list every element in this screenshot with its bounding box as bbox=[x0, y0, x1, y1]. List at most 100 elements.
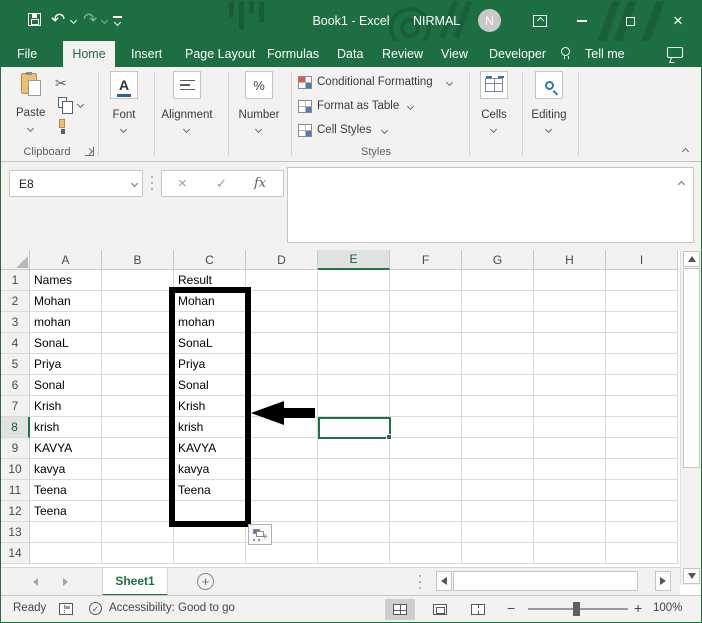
vertical-scroll-thumb[interactable] bbox=[683, 268, 700, 468]
row-header-13[interactable]: 13 bbox=[1, 522, 30, 543]
cell-A13[interactable] bbox=[30, 522, 102, 543]
namebox-resize-handle[interactable] bbox=[151, 176, 153, 190]
cell-G12[interactable] bbox=[462, 501, 534, 522]
cell-A8[interactable]: krish bbox=[30, 417, 102, 438]
cancel-icon[interactable]: × bbox=[178, 175, 187, 192]
cell-A3[interactable]: mohan bbox=[30, 312, 102, 333]
cell-D4[interactable] bbox=[246, 333, 318, 354]
cell-G13[interactable] bbox=[462, 522, 534, 543]
cell-I2[interactable] bbox=[606, 291, 678, 312]
tabstrip-resize-handle[interactable] bbox=[419, 575, 421, 589]
number-button[interactable]: % bbox=[245, 71, 273, 99]
row-header-14[interactable]: 14 bbox=[1, 543, 30, 564]
cell-H13[interactable] bbox=[534, 522, 606, 543]
font-button[interactable]: A bbox=[110, 71, 138, 99]
number-dropdown-icon[interactable] bbox=[254, 125, 263, 134]
cell-G8[interactable] bbox=[462, 417, 534, 438]
row-header-2[interactable]: 2 bbox=[1, 291, 30, 312]
cut-icon[interactable]: ✂ bbox=[55, 75, 67, 92]
cell-D11[interactable] bbox=[246, 480, 318, 501]
cell-G5[interactable] bbox=[462, 354, 534, 375]
cell-E9[interactable] bbox=[318, 438, 390, 459]
cell-H7[interactable] bbox=[534, 396, 606, 417]
cell-A1[interactable]: Names bbox=[30, 270, 102, 291]
row-header-6[interactable]: 6 bbox=[1, 375, 30, 396]
row-header-4[interactable]: 4 bbox=[1, 333, 30, 354]
next-sheet-icon[interactable] bbox=[63, 578, 68, 586]
tab-page-layout[interactable]: Page Layout bbox=[181, 41, 259, 67]
cell-F4[interactable] bbox=[390, 333, 462, 354]
cell-F9[interactable] bbox=[390, 438, 462, 459]
cell-I11[interactable] bbox=[606, 480, 678, 501]
cells-button[interactable] bbox=[480, 71, 508, 99]
cell-H1[interactable] bbox=[534, 270, 606, 291]
cell-A2[interactable]: Mohan bbox=[30, 291, 102, 312]
cell-I3[interactable] bbox=[606, 312, 678, 333]
cell-F11[interactable] bbox=[390, 480, 462, 501]
cell-F2[interactable] bbox=[390, 291, 462, 312]
column-header-A[interactable]: A bbox=[30, 250, 102, 270]
cell-G3[interactable] bbox=[462, 312, 534, 333]
autofill-options-button[interactable]: + bbox=[248, 524, 272, 545]
column-header-H[interactable]: H bbox=[534, 250, 606, 270]
cell-E13[interactable] bbox=[318, 522, 390, 543]
insert-function-icon[interactable]: fx bbox=[254, 176, 266, 191]
cell-B2[interactable] bbox=[102, 291, 174, 312]
tell-me[interactable]: Tell me bbox=[581, 41, 629, 67]
cell-I14[interactable] bbox=[606, 543, 678, 564]
cell-D2[interactable] bbox=[246, 291, 318, 312]
name-box-dropdown-icon[interactable] bbox=[130, 179, 139, 188]
cell-G9[interactable] bbox=[462, 438, 534, 459]
select-all-corner[interactable] bbox=[1, 250, 30, 270]
user-name[interactable]: NIRMAL bbox=[413, 14, 460, 28]
close-button[interactable]: × bbox=[661, 8, 695, 34]
tab-data[interactable]: Data bbox=[333, 41, 367, 67]
cell-A5[interactable]: Priya bbox=[30, 354, 102, 375]
cell-F8[interactable] bbox=[390, 417, 462, 438]
format-painter-icon[interactable] bbox=[59, 119, 65, 134]
cell-I1[interactable] bbox=[606, 270, 678, 291]
row-header-9[interactable]: 9 bbox=[1, 438, 30, 459]
cell-F3[interactable] bbox=[390, 312, 462, 333]
tab-insert[interactable]: Insert bbox=[127, 41, 166, 67]
ribbon-display-options-button[interactable] bbox=[523, 8, 557, 34]
cell-F7[interactable] bbox=[390, 396, 462, 417]
prev-sheet-icon[interactable] bbox=[33, 578, 38, 586]
row-header-8[interactable]: 8 bbox=[1, 417, 30, 438]
cell-E14[interactable] bbox=[318, 543, 390, 564]
cell-H9[interactable] bbox=[534, 438, 606, 459]
cell-F14[interactable] bbox=[390, 543, 462, 564]
cell-B6[interactable] bbox=[102, 375, 174, 396]
copy-dropdown-icon[interactable] bbox=[76, 100, 85, 109]
cell-B13[interactable] bbox=[102, 522, 174, 543]
maximize-button[interactable] bbox=[613, 8, 647, 34]
cell-E4[interactable] bbox=[318, 333, 390, 354]
cell-I7[interactable] bbox=[606, 396, 678, 417]
enter-icon[interactable]: ✓ bbox=[216, 176, 227, 192]
row-header-10[interactable]: 10 bbox=[1, 459, 30, 480]
cell-E11[interactable] bbox=[318, 480, 390, 501]
cell-E6[interactable] bbox=[318, 375, 390, 396]
cell-A7[interactable]: Krish bbox=[30, 396, 102, 417]
normal-view-button[interactable] bbox=[385, 599, 415, 620]
zoom-in-button[interactable]: + bbox=[634, 600, 642, 616]
cell-B10[interactable] bbox=[102, 459, 174, 480]
cell-C14[interactable] bbox=[174, 543, 246, 564]
cell-G6[interactable] bbox=[462, 375, 534, 396]
cell-A10[interactable]: kavya bbox=[30, 459, 102, 480]
cell-F6[interactable] bbox=[390, 375, 462, 396]
cell-D1[interactable] bbox=[246, 270, 318, 291]
undo-icon[interactable]: ↶ bbox=[51, 11, 65, 28]
column-header-I[interactable]: I bbox=[606, 250, 678, 270]
cell-F12[interactable] bbox=[390, 501, 462, 522]
tab-review[interactable]: Review bbox=[378, 41, 427, 67]
active-cell-outline[interactable] bbox=[318, 417, 391, 439]
zoom-out-button[interactable]: − bbox=[507, 600, 515, 616]
row-header-5[interactable]: 5 bbox=[1, 354, 30, 375]
cell-A11[interactable]: Teena bbox=[30, 480, 102, 501]
horizontal-scroll-thumb[interactable] bbox=[453, 571, 638, 591]
tab-view[interactable]: View bbox=[437, 41, 472, 67]
alignment-dropdown-icon[interactable] bbox=[182, 125, 191, 134]
scroll-left-button[interactable] bbox=[436, 571, 452, 591]
cell-D12[interactable] bbox=[246, 501, 318, 522]
